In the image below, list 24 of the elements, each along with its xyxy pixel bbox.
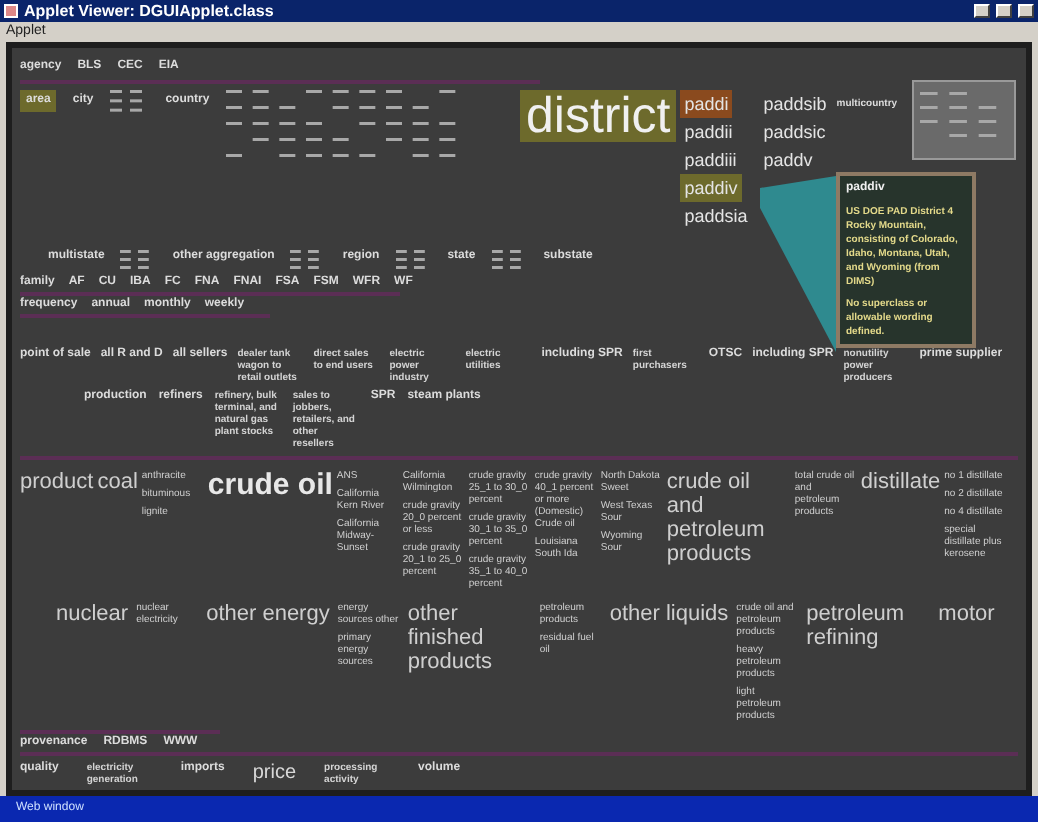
facet-value[interactable]: paddiv xyxy=(680,173,742,202)
app-icon xyxy=(4,4,18,18)
window-title: Applet Viewer: DGUIApplet.class xyxy=(24,1,276,21)
facet-value[interactable]: petroleum refining xyxy=(806,601,931,650)
facet-value[interactable]: crude oil xyxy=(207,469,333,502)
facet-value[interactable]: crude oil and petroleum products xyxy=(666,469,791,566)
facet-value[interactable]: paddiii xyxy=(680,145,741,174)
facet-value[interactable]: paddii xyxy=(680,117,737,146)
facet-value[interactable]: nuclear xyxy=(56,601,129,626)
facet-value[interactable]: other finished products xyxy=(407,601,532,674)
overview-thumbnail[interactable] xyxy=(912,80,1016,160)
facet-value[interactable]: paddsia xyxy=(680,201,752,230)
facet-value[interactable]: motor xyxy=(938,601,995,626)
facet-value[interactable]: distillate xyxy=(860,469,941,494)
facet-value[interactable]: other energy xyxy=(206,601,330,626)
facet-value[interactable]: district xyxy=(520,89,677,142)
facet-value[interactable]: coal xyxy=(97,469,138,494)
facet-value[interactable]: product xyxy=(20,469,94,494)
facet-value[interactable]: price xyxy=(252,761,297,784)
facet-value[interactable]: other liquids xyxy=(609,601,729,626)
facet-value[interactable]: paddsic xyxy=(759,117,830,146)
facet-value[interactable]: paddv xyxy=(759,145,817,174)
facet-value[interactable]: paddsib xyxy=(759,89,831,118)
facet-value[interactable]: paddi xyxy=(680,89,733,118)
